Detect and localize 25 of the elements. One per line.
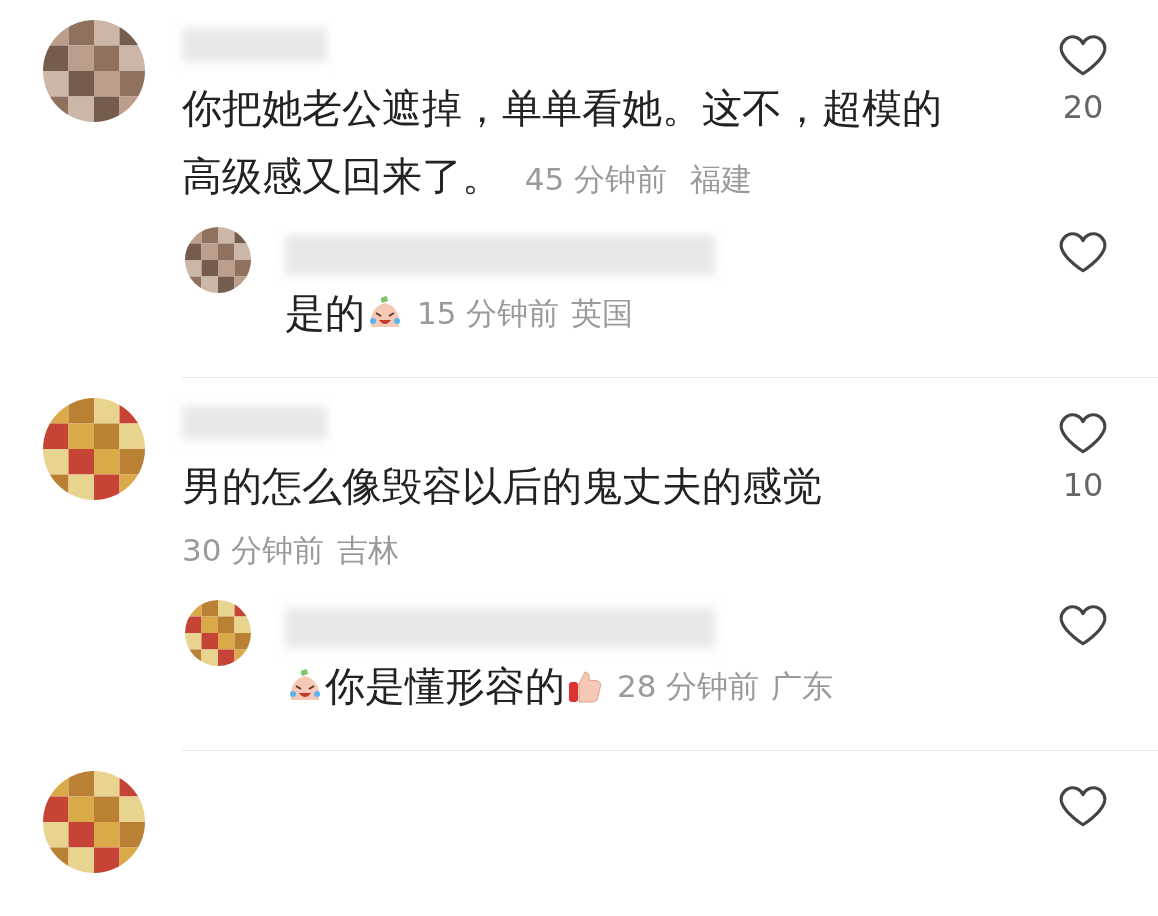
avatar[interactable] [43, 20, 145, 122]
comment-text: 男的怎么像毁容以后的鬼丈夫的感觉 [182, 463, 822, 509]
comment-time: 28 分钟前 [617, 667, 760, 706]
comment-location: 英国 [571, 294, 634, 333]
avatar[interactable] [43, 398, 145, 500]
comment-time: 45 分钟前 [524, 161, 668, 197]
like-count: 10 [1062, 466, 1104, 504]
comment-location: 广东 [771, 667, 834, 706]
heart-icon[interactable] [1058, 229, 1108, 275]
heart-icon[interactable] [1058, 602, 1108, 648]
heart-icon[interactable] [1058, 410, 1108, 456]
comment-text: 你把她老公遮掉，单单看她。这不，超模的 [182, 85, 942, 131]
like-count: 20 [1062, 88, 1104, 126]
heart-icon[interactable] [1058, 783, 1108, 829]
avatar[interactable] [185, 227, 251, 293]
heart-icon[interactable] [1058, 32, 1108, 78]
comment-time: 30 分钟前 [182, 532, 325, 568]
comment-text: 高级感又回来了。 [182, 153, 502, 199]
avatar[interactable] [43, 771, 145, 873]
avatar[interactable] [185, 600, 251, 666]
comment-text: 是的 [285, 289, 365, 338]
comment-location: 福建 [689, 161, 752, 197]
comment-time: 15 分钟前 [417, 294, 560, 333]
comment-location: 吉林 [337, 532, 400, 568]
comment-text: 你是懂形容的 [325, 662, 565, 711]
